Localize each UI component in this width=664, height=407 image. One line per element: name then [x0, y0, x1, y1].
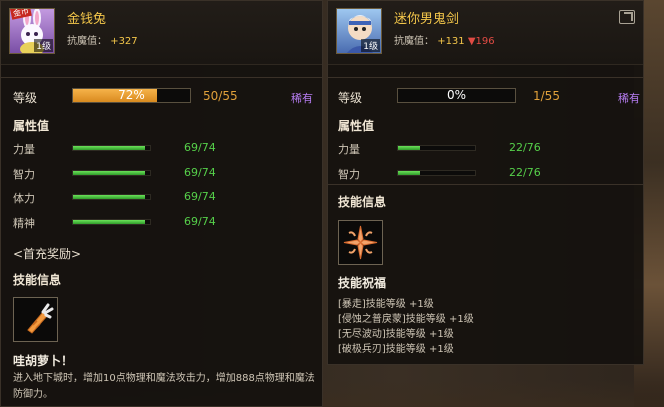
attr-bar-fill [73, 195, 145, 199]
resist-label: 抗魔值： [394, 36, 434, 47]
attr-bar-fill [398, 170, 421, 175]
attr-value: 22/76 [509, 165, 541, 179]
pet-avatar[interactable]: 金币 1级 [9, 8, 55, 54]
skills-title: 技能信息 [338, 195, 387, 209]
attr-name: 智力 [338, 167, 360, 181]
attrs-title: 属性值 [338, 119, 375, 133]
rarity-label: 稀有 [291, 92, 313, 105]
attr-bar-fill [73, 219, 145, 224]
attr-value: 69/74 [184, 141, 216, 154]
level-count: 1/55 [533, 89, 560, 103]
attr-name: 力量 [338, 143, 360, 156]
attr-name: 体力 [13, 192, 35, 205]
pet-header: 1级 迷你男鬼剑 抗魔值： +131 ▼196 [328, 1, 643, 65]
level-label: 等级 [13, 91, 38, 105]
pet-header: 金币 1级 金钱兔 抗魔值： +327 [1, 1, 322, 65]
skill-description: 进入地下城时，增加10点物理和魔法攻击力，增加888点物理和魔法防御力。 [13, 373, 315, 400]
resist-label: 抗魔值： [67, 36, 107, 47]
attr-name: 精神 [13, 216, 35, 230]
carrot-icon [27, 303, 54, 334]
skill-name: 技能祝福 [338, 276, 387, 290]
level-badge: 1级 [34, 39, 53, 52]
level-badge: 1级 [361, 39, 380, 52]
level-percent: 72% [118, 88, 145, 102]
stage: 金币 1级 金钱兔 抗魔值： +327 等级 72% 50/55 稀有 属性值 … [0, 0, 664, 407]
level-progress-bar: 72% [72, 88, 191, 103]
attr-name: 智力 [13, 167, 35, 181]
skill-bonus-item: [破极兵刃]技能等级 +1级 [338, 344, 454, 355]
skill-bonus-item: [无尽波动]技能等级 +1级 [338, 329, 454, 340]
resist-down: ▼196 [467, 36, 495, 47]
attr-bar [397, 145, 476, 151]
skills-title: 技能信息 [13, 273, 62, 287]
attr-bar-fill [398, 146, 421, 150]
attr-value: 22/76 [509, 141, 541, 154]
divider [328, 184, 643, 185]
attrs-title: 属性值 [13, 119, 50, 133]
skill-name: 哇胡萝卜！ [13, 354, 74, 368]
attr-name: 力量 [13, 143, 35, 156]
level-progress-bar: 0% [397, 88, 516, 103]
share-icon[interactable] [619, 10, 635, 24]
attr-value: 69/74 [184, 190, 216, 203]
skill-bonus-item: [侵蚀之普戾蒙]技能等级 +1级 [338, 314, 474, 325]
attr-bar [397, 169, 476, 176]
pet-name: 迷你男鬼剑 [394, 12, 460, 27]
resist-plus: +327 [110, 36, 138, 47]
burst-icon [343, 225, 378, 260]
attr-bar-fill [73, 146, 145, 150]
rarity-label: 稀有 [618, 92, 640, 105]
level-count: 50/55 [203, 89, 238, 103]
skill-icon[interactable] [13, 297, 58, 342]
attr-value: 69/74 [184, 214, 216, 228]
resist-stat: 抗魔值： +131 ▼196 [394, 32, 495, 47]
level-percent: 0% [446, 88, 467, 102]
pet-card-left: 金币 1级 金钱兔 抗魔值： +327 等级 72% 50/55 稀有 属性值 … [0, 0, 323, 407]
divider [1, 77, 322, 78]
attr-bar-fill [73, 170, 145, 175]
first-charge-reward-link[interactable]: <首充奖励> [13, 245, 81, 262]
attr-bar [72, 169, 151, 176]
attr-bar [72, 194, 151, 200]
skill-bonus-item: [暴走]技能等级 +1级 [338, 299, 434, 310]
skill-icon[interactable] [338, 220, 383, 265]
attr-bar [72, 145, 151, 151]
divider [328, 77, 643, 78]
pet-name: 金钱兔 [67, 12, 107, 27]
resist-stat: 抗魔值： +327 [67, 32, 138, 47]
resist-plus: +131 [437, 36, 465, 47]
pet-card-right: 1级 迷你男鬼剑 抗魔值： +131 ▼196 等级 0% 1/55 稀有 属性… [327, 0, 644, 365]
attr-value: 69/74 [184, 165, 216, 179]
attr-bar [72, 218, 151, 225]
pet-avatar[interactable]: 1级 [336, 8, 382, 54]
level-label: 等级 [338, 91, 363, 105]
